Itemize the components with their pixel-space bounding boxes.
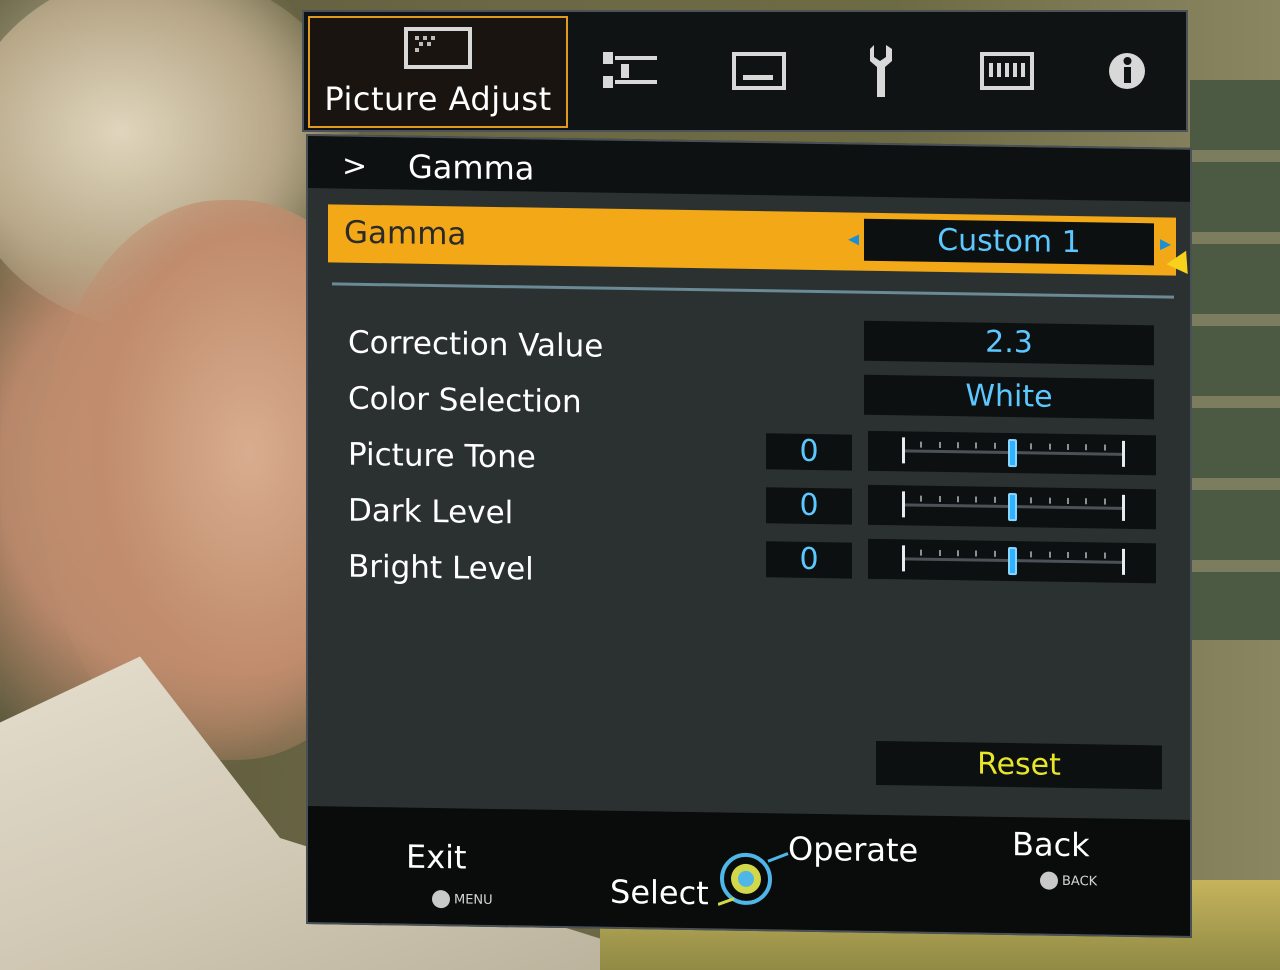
slider-tick	[920, 441, 923, 448]
tab-picture-adjust[interactable]: Picture Adjust	[308, 16, 568, 128]
right-arrow-icon[interactable]: ▸	[1160, 231, 1171, 256]
exit-label: Exit	[406, 837, 467, 877]
page-title: Gamma	[408, 147, 535, 188]
slider-tick	[920, 495, 923, 502]
picture-tone-label: Picture Tone	[348, 436, 536, 476]
tab-input-signal[interactable]	[596, 12, 666, 130]
tab-display[interactable]	[724, 12, 794, 130]
wrench-icon	[870, 45, 892, 97]
slider-tick	[1048, 551, 1051, 558]
dark-level-slider[interactable]	[868, 484, 1156, 530]
slider-knob[interactable]	[1008, 547, 1017, 576]
tab-keyboard[interactable]	[972, 12, 1042, 130]
slider-tick	[902, 545, 905, 572]
slider-tick	[938, 495, 941, 502]
slider-tick	[1067, 497, 1069, 504]
slider-tick	[920, 549, 923, 556]
slider-tick	[1048, 443, 1051, 450]
reset-button[interactable]: Reset	[876, 740, 1162, 790]
input-signal-icon	[603, 52, 657, 88]
dark-level-value: 0	[766, 487, 852, 525]
slider-tick	[1122, 548, 1125, 575]
divider	[332, 282, 1174, 299]
background-photo-window	[1190, 80, 1280, 640]
slider-tick	[957, 550, 959, 557]
select-label: Select	[610, 872, 709, 913]
bright-level-value: 0	[766, 541, 852, 579]
footer-help-bar: Exit MENU Select Operate Back BACK	[308, 806, 1190, 936]
tab-info[interactable]	[1092, 12, 1162, 130]
dpad-icon	[718, 852, 789, 906]
back-label: Back	[1012, 825, 1090, 865]
menu-key-icon	[432, 889, 450, 909]
info-icon	[1109, 53, 1145, 89]
slider-tick	[902, 491, 905, 518]
dark-level-label: Dark Level	[348, 492, 514, 532]
picture-adjust-icon	[404, 27, 472, 69]
back-key-label: BACK	[1062, 873, 1098, 890]
picture-tone-value: 0	[766, 433, 852, 471]
display-icon	[732, 52, 786, 90]
menu-tab-bar: Picture Adjust	[302, 10, 1188, 132]
slider-tick	[1085, 444, 1088, 451]
gamma-label: Gamma	[344, 214, 467, 253]
slider-tick	[1122, 440, 1125, 467]
breadcrumb-arrow: >	[342, 148, 368, 184]
slider-tick	[938, 441, 941, 448]
slider-tick	[1030, 497, 1033, 504]
operate-label: Operate	[788, 829, 919, 870]
slider-tick	[975, 550, 978, 557]
correction-value-field[interactable]: 2.3	[864, 320, 1154, 366]
slider-tick	[1030, 551, 1033, 558]
tab-picture-adjust-label: Picture Adjust	[324, 80, 552, 118]
back-key-icon	[1040, 871, 1058, 890]
gamma-value: Custom 1	[864, 218, 1154, 266]
color-selection-label: Color Selection	[348, 380, 582, 421]
slider-tick	[1085, 498, 1088, 505]
correction-value-label: Correction Value	[348, 324, 604, 365]
slider-tick	[1122, 494, 1125, 521]
slider-tick	[957, 442, 959, 449]
slider-tick	[1103, 498, 1106, 505]
slider-tick	[957, 496, 959, 503]
left-arrow-icon[interactable]: ◂	[848, 227, 859, 252]
slider-tick	[975, 496, 978, 503]
picture-tone-slider[interactable]	[868, 430, 1156, 476]
slider-tick	[1030, 443, 1033, 450]
gamma-selector-row[interactable]: Gamma ◂ Custom 1 ▸	[328, 204, 1198, 281]
slider-tick	[993, 496, 996, 503]
slider-tick	[938, 549, 941, 556]
slider-tick	[1103, 444, 1106, 451]
slider-tick	[975, 442, 978, 449]
gamma-menu-panel: > Gamma Gamma ◂ Custom 1 ▸ Correction Va…	[306, 134, 1198, 938]
slider-tick	[1085, 552, 1088, 559]
slider-tick	[1103, 552, 1106, 559]
slider-tick	[993, 442, 996, 449]
slider-tick	[1048, 497, 1051, 504]
bright-level-slider[interactable]	[868, 538, 1156, 584]
color-selection-field[interactable]: White	[864, 374, 1154, 420]
breadcrumb: > Gamma	[308, 136, 1190, 202]
slider-knob[interactable]	[1008, 439, 1017, 468]
menu-key-label: MENU	[454, 892, 493, 908]
tab-setup[interactable]	[848, 12, 918, 130]
slider-tick	[902, 437, 905, 464]
keyboard-icon	[980, 52, 1034, 90]
slider-tick	[1067, 443, 1069, 450]
bright-level-label: Bright Level	[348, 548, 534, 588]
slider-tick	[1067, 551, 1069, 558]
slider-knob[interactable]	[1008, 493, 1017, 522]
slider-tick	[993, 550, 996, 557]
